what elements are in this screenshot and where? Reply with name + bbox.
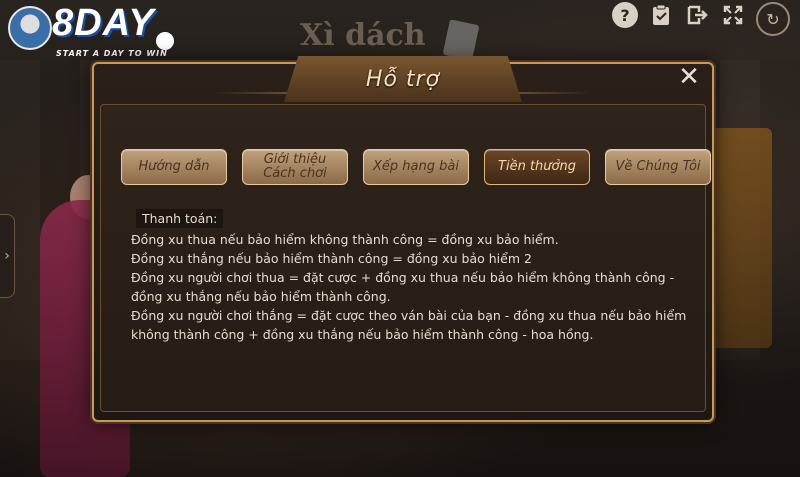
close-button[interactable]: ✕ bbox=[674, 62, 704, 92]
fullscreen-button[interactable] bbox=[720, 2, 746, 28]
tab-instructions[interactable]: Hướng dẫn bbox=[121, 149, 227, 185]
promo-poster bbox=[712, 128, 772, 348]
tab-introduction[interactable]: Giới thiệu Cách chơi bbox=[242, 149, 348, 185]
brand-logo: 8DAY START A DAY TO WIN bbox=[4, 2, 194, 62]
dialog-body: Hướng dẫn Giới thiệu Cách chơi Xếp hạng … bbox=[100, 104, 711, 412]
tab-bar: Hướng dẫn Giới thiệu Cách chơi Xếp hạng … bbox=[121, 149, 711, 185]
payout-content: Thanh toán: Đồng xu thua nếu bảo hiểm kh… bbox=[131, 209, 691, 344]
exit-button[interactable] bbox=[684, 2, 710, 28]
dialog-title: Hỗ trợ bbox=[365, 66, 441, 92]
game-title: Xì dách bbox=[300, 18, 426, 53]
checklist-button[interactable] bbox=[648, 2, 674, 28]
content-line: Đồng xu thắng nếu bảo hiểm thành công = … bbox=[131, 251, 532, 266]
section-heading: Thanh toán: bbox=[136, 209, 224, 228]
content-line: không thành công + đồng xu thắng nếu bảo… bbox=[131, 327, 594, 342]
logo-text: 8DAY bbox=[52, 2, 155, 44]
fullscreen-icon bbox=[723, 5, 743, 25]
checklist-icon bbox=[653, 4, 669, 25]
chevron-left-icon: › bbox=[4, 248, 10, 264]
close-icon: ✕ bbox=[678, 62, 700, 92]
tab-about-us[interactable]: Về Chúng Tôi bbox=[605, 149, 711, 185]
dialog-header: Hỗ trợ bbox=[284, 56, 522, 102]
content-line: Đồng xu người chơi thắng = đặt cược theo… bbox=[131, 308, 687, 323]
tab-payouts[interactable]: Tiền thưởng bbox=[484, 149, 590, 185]
exit-icon bbox=[687, 5, 708, 25]
help-icon: ? bbox=[612, 2, 638, 28]
logo-tagline: START A DAY TO WIN bbox=[56, 49, 168, 58]
avatar[interactable] bbox=[8, 6, 52, 50]
left-arrow-button[interactable]: › bbox=[0, 214, 15, 298]
content-line: Đồng xu thua nếu bảo hiểm không thành cô… bbox=[131, 232, 559, 247]
content-line: Đồng xu người chơi thua = đặt cược + đồn… bbox=[131, 270, 675, 285]
tab-hand-rankings[interactable]: Xếp hạng bài bbox=[363, 149, 469, 185]
content-line: đồng xu thắng nếu bảo hiểm thành công. bbox=[131, 289, 391, 304]
help-button[interactable]: ? bbox=[612, 2, 638, 28]
support-dialog: Hỗ trợ ✕ Hướng dẫn Giới thiệu Cách chơi … bbox=[92, 56, 714, 422]
refresh-icon: ↻ bbox=[766, 9, 780, 29]
refresh-button[interactable]: ↻ bbox=[756, 2, 790, 36]
top-toolbar: ? ↻ bbox=[602, 0, 800, 36]
